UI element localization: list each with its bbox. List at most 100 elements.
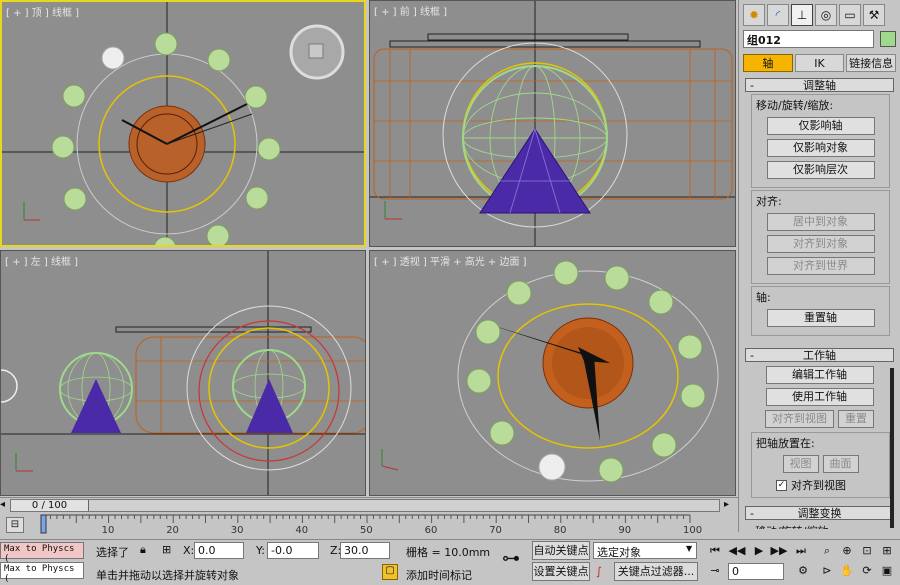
- motion-tab-icon[interactable]: ◎: [815, 4, 837, 26]
- maxscript-listener-lower[interactable]: Max to Physcs (: [0, 562, 84, 584]
- edit-working-pivot-button[interactable]: 编辑工作轴: [765, 366, 874, 384]
- selection-set-dropdown[interactable]: 选定对象: [593, 542, 697, 559]
- time-slider-bar: ◂ 0 / 100 ▸: [0, 497, 738, 513]
- next-frame-icon[interactable]: ▶▶: [770, 543, 788, 559]
- pan-hand-icon[interactable]: ✋: [838, 563, 856, 579]
- status-bar: Max to Physcs ( Max to Physcs ( 选择了 🔒︎ ⊞…: [0, 539, 900, 585]
- group-title: 移动/旋转/缩放:: [756, 99, 834, 112]
- adjust-transform-partial-label: 移动/旋转/缩放:: [739, 523, 900, 529]
- lock-selection-icon[interactable]: 🔒︎: [140, 543, 146, 557]
- modify-tab-curve-icon[interactable]: ◜: [767, 4, 789, 26]
- track-tick-label: 70: [489, 525, 502, 536]
- track-tick-label: 30: [230, 525, 244, 536]
- track-bar[interactable]: ⊟ 10 20 30 40 50 60 70 80 90 100: [0, 513, 738, 539]
- key-mode-toggle-icon[interactable]: ⊸: [706, 563, 724, 579]
- group-pivot: 轴: 重置轴: [751, 286, 890, 336]
- affect-object-only-button[interactable]: 仅影响对象: [766, 139, 875, 157]
- x-coordinate-field[interactable]: 0.0: [194, 542, 244, 559]
- display-tab-icon[interactable]: ▭: [839, 4, 861, 26]
- hierarchy-tab-icon[interactable]: ⊥: [791, 4, 813, 26]
- affect-pivot-only-button[interactable]: 仅影响轴: [766, 117, 875, 135]
- maxscript-listener[interactable]: Max to Physcs (: [0, 542, 84, 564]
- affect-hierarchy-only-button[interactable]: 仅影响层次: [766, 161, 875, 179]
- group-place-pivot: 把轴放置在: 视图 曲面 ✓ 对齐到视图: [751, 432, 890, 498]
- reset-pivot-button[interactable]: 重置轴: [766, 309, 875, 327]
- track-tick-label: 100: [683, 525, 703, 536]
- y-coordinate-field[interactable]: -0.0: [267, 542, 319, 559]
- auto-key-button[interactable]: 自动关键点: [532, 541, 590, 560]
- absolute-mode-icon[interactable]: ⊞: [162, 543, 171, 556]
- panel-scrollbar[interactable]: [890, 368, 894, 528]
- viewport-front-scene: [370, 1, 735, 246]
- time-tag-icon[interactable]: ▢: [382, 564, 398, 580]
- play-icon[interactable]: ▶: [750, 543, 768, 559]
- selection-count: 选择了: [96, 546, 129, 559]
- add-time-tag[interactable]: 添加时间标记: [406, 567, 472, 583]
- current-frame-field[interactable]: 0: [728, 563, 784, 580]
- align-to-object-button[interactable]: 对齐到对象: [766, 235, 875, 253]
- utility-tab-hammer-icon[interactable]: ⚒: [863, 4, 885, 26]
- time-slider[interactable]: 0 / 100: [10, 499, 720, 512]
- reset-working-pivot-button[interactable]: 重置: [838, 410, 874, 428]
- track-tick-label: 50: [360, 525, 373, 536]
- zoom-icon[interactable]: ⌕: [818, 543, 836, 559]
- next-arrow-icon[interactable]: ▸: [724, 499, 729, 510]
- track-tick-label: 40: [295, 525, 309, 536]
- align-to-view-button[interactable]: 对齐到视图: [765, 410, 834, 428]
- key-mode-icon[interactable]: ∫: [596, 565, 602, 578]
- x-label: X:: [183, 544, 195, 557]
- create-tab-sun-icon[interactable]: ✹: [743, 4, 765, 26]
- viewport-left[interactable]: [ + ] 左 ] 线框 ]: [0, 250, 366, 496]
- subtab-pivot[interactable]: 轴: [743, 54, 793, 72]
- key-filters-button[interactable]: 关键点过滤器...: [614, 562, 698, 581]
- use-working-pivot-button[interactable]: 使用工作轴: [765, 388, 874, 406]
- viewport-left-scene: [1, 251, 365, 495]
- zoom-extents-icon[interactable]: ⊡: [858, 543, 876, 559]
- go-to-start-icon[interactable]: ⏮: [706, 543, 724, 559]
- object-color-swatch[interactable]: [880, 31, 896, 47]
- rollout-adjust-transform[interactable]: - 调整变换: [745, 506, 894, 520]
- field-of-view-icon[interactable]: ⊳: [818, 563, 836, 579]
- rollout-working-pivot[interactable]: - 工作轴: [745, 348, 894, 362]
- group-title: 对齐:: [756, 195, 782, 208]
- key-icon[interactable]: ⊶: [502, 548, 520, 569]
- viewport-top-label[interactable]: [ + ] 顶 ] 线框 ]: [6, 4, 79, 19]
- subtab-link-info[interactable]: 链接信息: [846, 54, 897, 72]
- track-tick-label: 60: [424, 525, 438, 536]
- subtab-ik[interactable]: IK: [794, 54, 845, 72]
- rollout-adjust-pivot[interactable]: - 调整轴: [745, 78, 894, 92]
- group-align: 对齐: 居中到对象 对齐到对象 对齐到世界: [751, 190, 890, 284]
- viewport-top[interactable]: [ + ] 顶 ] 线框 ]: [0, 0, 366, 247]
- go-to-end-icon[interactable]: ⏭: [792, 543, 810, 559]
- align-to-world-button[interactable]: 对齐到世界: [766, 257, 875, 275]
- time-config-icon[interactable]: ⚙: [794, 563, 812, 579]
- viewport-persp-label[interactable]: [ + ] 透视 ] 平滑 + 高光 + 边面 ]: [374, 253, 527, 268]
- viewport-top-scene: [2, 2, 364, 245]
- maximize-viewport-icon[interactable]: ▣: [878, 563, 896, 579]
- previous-frame-icon[interactable]: ◀◀: [728, 543, 746, 559]
- group-title: 把轴放置在:: [756, 437, 815, 450]
- set-key-button[interactable]: 设置关键点: [532, 562, 590, 581]
- zoom-extents-all-icon[interactable]: ⊞: [878, 543, 896, 559]
- z-coordinate-field[interactable]: 30.0: [340, 542, 390, 559]
- viewport-front[interactable]: [ + ] 前 ] 线框 ]: [369, 0, 736, 247]
- place-surface-button[interactable]: 曲面: [822, 455, 859, 473]
- place-view-button[interactable]: 视图: [782, 455, 819, 473]
- group-title: 轴:: [756, 291, 771, 304]
- viewport-perspective[interactable]: [ + ] 透视 ] 平滑 + 高光 + 边面 ]: [369, 250, 736, 496]
- command-panel: ✹ ◜ ⊥ ◎ ▭ ⚒ 组012 轴 IK 链接信息 - 调整轴 移动/旋转/缩放…: [738, 0, 900, 532]
- orbit-icon[interactable]: ⟳: [858, 563, 876, 579]
- viewport-left-label[interactable]: [ + ] 左 ] 线框 ]: [5, 253, 78, 268]
- zoom-all-icon[interactable]: ⊕: [838, 543, 856, 559]
- center-to-object-button[interactable]: 居中到对象: [766, 213, 875, 231]
- viewport-front-label[interactable]: [ + ] 前 ] 线框 ]: [374, 3, 447, 18]
- prev-arrow-icon[interactable]: ◂: [0, 499, 5, 510]
- align-to-view-checkbox[interactable]: ✓ 对齐到视图: [756, 477, 885, 493]
- object-name-field[interactable]: 组012: [743, 30, 874, 48]
- track-tick-label: 20: [166, 525, 179, 536]
- command-panel-tabs: ✹ ◜ ⊥ ◎ ▭ ⚒: [739, 0, 900, 28]
- group-move-rotate-scale: 移动/旋转/缩放: 仅影响轴 仅影响对象 仅影响层次: [751, 94, 890, 188]
- time-slider-thumb[interactable]: 0 / 100: [11, 500, 89, 511]
- track-tick-label: 80: [553, 525, 567, 536]
- dropdown-chevron-icon[interactable]: ▼: [686, 544, 692, 553]
